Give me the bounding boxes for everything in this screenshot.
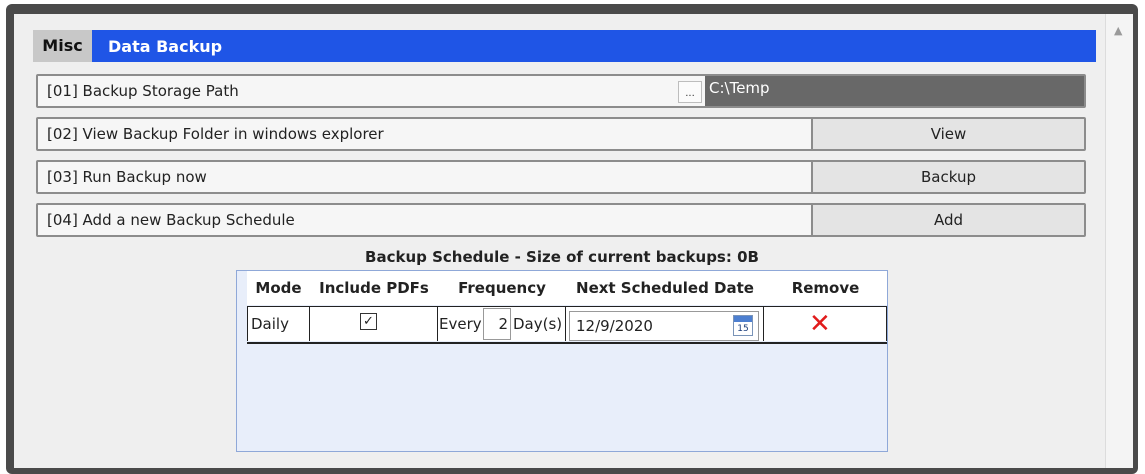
setting-label: [04] Add a new Backup Schedule <box>47 211 295 229</box>
calendar-day: 15 <box>737 324 749 334</box>
add-button[interactable]: Add <box>811 205 1084 235</box>
backup-button[interactable]: Backup <box>811 162 1084 192</box>
schedule-title: Backup Schedule - Size of current backup… <box>365 248 759 266</box>
red-x-icon[interactable]: ✕ <box>809 309 831 339</box>
setting-row-view-folder: [02] View Backup Folder in windows explo… <box>36 117 1086 151</box>
scroll-up-icon[interactable]: ▲ <box>1114 24 1122 37</box>
backup-path-field[interactable]: C:\Temp <box>705 76 1084 106</box>
vertical-scrollbar[interactable]: ▲ <box>1105 14 1133 468</box>
frequency-cell: Every 2 Day(s) <box>438 307 566 341</box>
section-title: Data Backup <box>108 37 223 56</box>
next-date-value: 12/9/2020 <box>576 317 653 335</box>
mode-cell[interactable]: Daily <box>247 307 310 341</box>
mode-value: Daily <box>251 315 289 333</box>
calendar-header <box>734 316 752 322</box>
column-header-mode[interactable]: Mode <box>247 271 310 305</box>
setting-row-add-schedule: [04] Add a new Backup Schedule Add <box>36 203 1086 237</box>
setting-label: [02] View Backup Folder in windows explo… <box>47 125 384 143</box>
setting-label: [01] Backup Storage Path <box>47 82 239 100</box>
column-header-next-date[interactable]: Next Scheduled Date <box>566 271 764 305</box>
setting-row-run-backup: [03] Run Backup now Backup <box>36 160 1086 194</box>
next-date-picker[interactable]: 12/9/2020 15 <box>569 311 759 341</box>
remove-cell: ✕ <box>764 307 887 341</box>
include-pdfs-checkbox[interactable]: ✓ <box>360 313 377 330</box>
calendar-icon[interactable]: 15 <box>733 315 753 336</box>
interval-stepper[interactable]: 2 <box>483 308 511 340</box>
unit-label: Day(s) <box>513 315 563 333</box>
browse-button[interactable]: ... <box>678 81 702 103</box>
column-header-remove[interactable]: Remove <box>764 271 887 305</box>
include-pdfs-cell: ✓ <box>310 307 438 341</box>
column-header-frequency[interactable]: Frequency <box>438 271 566 305</box>
misc-tab[interactable]: Misc <box>33 30 92 62</box>
next-date-cell: 12/9/2020 15 <box>566 307 764 341</box>
every-label: Every <box>439 315 482 333</box>
row-divider <box>247 342 887 344</box>
section-header: Misc Data Backup <box>33 30 1096 62</box>
view-button[interactable]: View <box>811 119 1084 149</box>
schedule-table: Mode Include PDFs Frequency Next Schedul… <box>236 270 888 452</box>
column-header-include-pdfs[interactable]: Include PDFs <box>310 271 438 305</box>
setting-label: [03] Run Backup now <box>47 168 207 186</box>
setting-row-backup-path: [01] Backup Storage Path ... C:\Temp <box>36 74 1086 108</box>
